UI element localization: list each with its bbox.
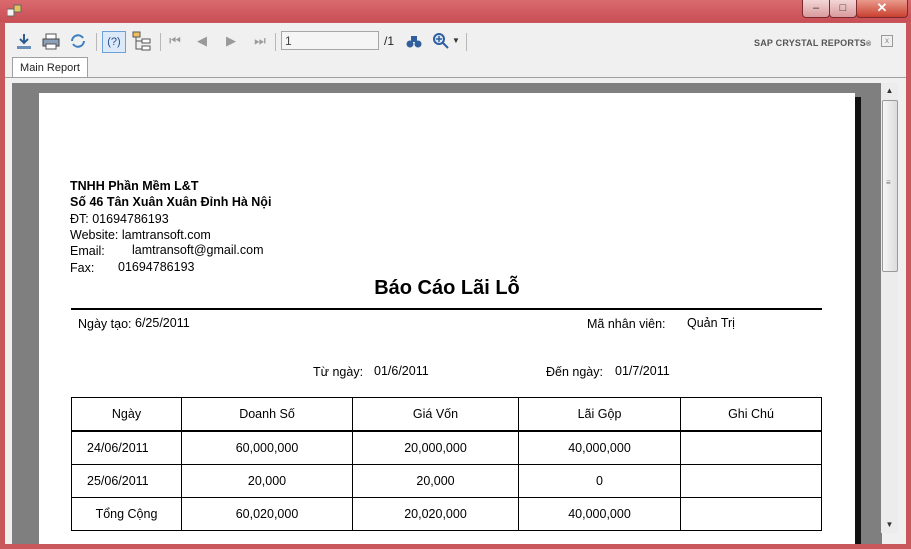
- column-header: Doanh Số: [181, 397, 353, 432]
- previous-page-icon[interactable]: ◀: [195, 31, 209, 51]
- phone-line: ĐT: 01694786193: [70, 212, 169, 226]
- column-header: Giá Vốn: [352, 397, 519, 432]
- total-label-cell: Tổng Cộng: [71, 497, 182, 531]
- minimize-button[interactable]: –: [802, 0, 830, 18]
- first-page-icon[interactable]: ⏮: [168, 31, 182, 51]
- close-window-button[interactable]: ✕: [856, 0, 908, 18]
- cost-cell: 20,000,000: [352, 430, 519, 465]
- brand-label: SAP CRYSTAL REPORTS®: [754, 38, 872, 48]
- email-label: Email:: [70, 244, 105, 258]
- cost-cell: 20,000: [352, 464, 519, 498]
- scroll-up-icon[interactable]: ▲: [881, 83, 898, 99]
- profit-cell: 0: [518, 464, 681, 498]
- viewer-toolbar: (?) ⏮ ◀ ▶ ⏭ /1 ▼ SAP CRYSTAL REPORTS® x: [5, 23, 906, 59]
- to-date: 01/7/2011: [615, 364, 670, 378]
- company-address: Số 46 Tân Xuân Xuân Đỉnh Hà Nội: [70, 195, 272, 209]
- total-revenue-cell: 60,020,000: [181, 497, 353, 531]
- profit-cell: 40,000,000: [518, 430, 681, 465]
- report-viewer-window: (?) ⏮ ◀ ▶ ⏭ /1 ▼ SAP CRYSTAL REPORTS® x …: [5, 23, 906, 544]
- fax-label: Fax:: [70, 261, 95, 275]
- export-icon[interactable]: [15, 32, 33, 50]
- created-date: 6/25/2011: [135, 316, 190, 330]
- company-name: TNHH Phần Mềm L&T: [70, 179, 199, 193]
- revenue-cell: 20,000: [181, 464, 353, 498]
- page-number-input[interactable]: [281, 31, 379, 50]
- next-page-icon[interactable]: ▶: [224, 31, 238, 51]
- report-canvas: TNHH Phần Mềm L&T Số 46 Tân Xuân Xuân Đỉ…: [12, 83, 882, 544]
- column-header: Lãi Gộp: [518, 397, 681, 432]
- scroll-thumb[interactable]: ≡: [882, 100, 898, 272]
- note-cell: [680, 430, 822, 465]
- toolbar-separator: [96, 33, 97, 51]
- find-binoculars-icon[interactable]: [406, 33, 422, 49]
- date-cell: 25/06/2011: [71, 464, 182, 498]
- group-tree-icon[interactable]: [132, 31, 152, 51]
- table-row: 24/06/2011 60,000,000 20,000,000 40,000,…: [71, 430, 822, 465]
- total-row: Tổng Cộng 60,020,000 20,020,000 40,000,0…: [71, 497, 822, 531]
- table-row: 25/06/2011 20,000 20,000 0: [71, 464, 822, 498]
- column-header: Ghi Chú: [680, 397, 822, 432]
- maximize-button[interactable]: □: [829, 0, 857, 18]
- created-label: Ngày tạo:: [78, 317, 132, 331]
- help-icon[interactable]: (?): [102, 31, 126, 53]
- grip-icon: ≡: [886, 178, 891, 187]
- employee-value: Quản Trị: [687, 316, 735, 330]
- fax-value: 01694786193: [118, 260, 195, 274]
- website-line: Website: lamtransoft.com: [70, 228, 211, 242]
- revenue-cell: 60,000,000: [181, 430, 353, 465]
- tab-main-report[interactable]: Main Report: [12, 57, 88, 78]
- report-title: Báo Cáo Lãi Lỗ: [374, 277, 520, 299]
- profit-loss-table: Ngày Doanh Số Giá Vốn Lãi Gộp Ghi Chú 24…: [71, 397, 822, 531]
- page-total: /1: [384, 34, 395, 48]
- column-header: Ngày: [71, 397, 182, 432]
- table-header-row: Ngày Doanh Số Giá Vốn Lãi Gộp Ghi Chú: [71, 397, 822, 432]
- note-cell: [680, 464, 822, 498]
- app-icon: [7, 4, 22, 17]
- report-page: TNHH Phần Mềm L&T Số 46 Tân Xuân Xuân Đỉ…: [39, 93, 855, 544]
- to-date-label: Đến ngày:: [546, 365, 603, 379]
- toolbar-separator: [160, 33, 161, 51]
- from-date: 01/6/2011: [374, 364, 429, 378]
- total-cost-cell: 20,020,000: [352, 497, 519, 531]
- scroll-down-icon[interactable]: ▼: [881, 517, 898, 533]
- total-note-cell: [680, 497, 822, 531]
- email-value: lamtransoft@gmail.com: [132, 243, 264, 257]
- title-bar: – □ ✕: [0, 0, 911, 22]
- title-rule: [71, 308, 822, 310]
- toolbar-separator: [275, 33, 276, 51]
- date-cell: 24/06/2011: [71, 430, 182, 465]
- refresh-icon[interactable]: [69, 32, 87, 50]
- toolbar-separator: [466, 33, 467, 51]
- zoom-dropdown-chevron-icon[interactable]: ▼: [452, 31, 460, 51]
- print-icon[interactable]: [42, 32, 60, 50]
- from-date-label: Từ ngày:: [313, 365, 364, 379]
- tab-divider: [5, 77, 906, 78]
- zoom-icon[interactable]: [432, 32, 450, 50]
- employee-label: Mã nhân viên:: [587, 317, 666, 331]
- close-view-icon[interactable]: x: [881, 35, 893, 47]
- vertical-scrollbar[interactable]: ▲ ≡ ▼: [881, 83, 898, 533]
- total-profit-cell: 40,000,000: [518, 497, 681, 531]
- last-page-icon[interactable]: ⏭: [253, 31, 267, 51]
